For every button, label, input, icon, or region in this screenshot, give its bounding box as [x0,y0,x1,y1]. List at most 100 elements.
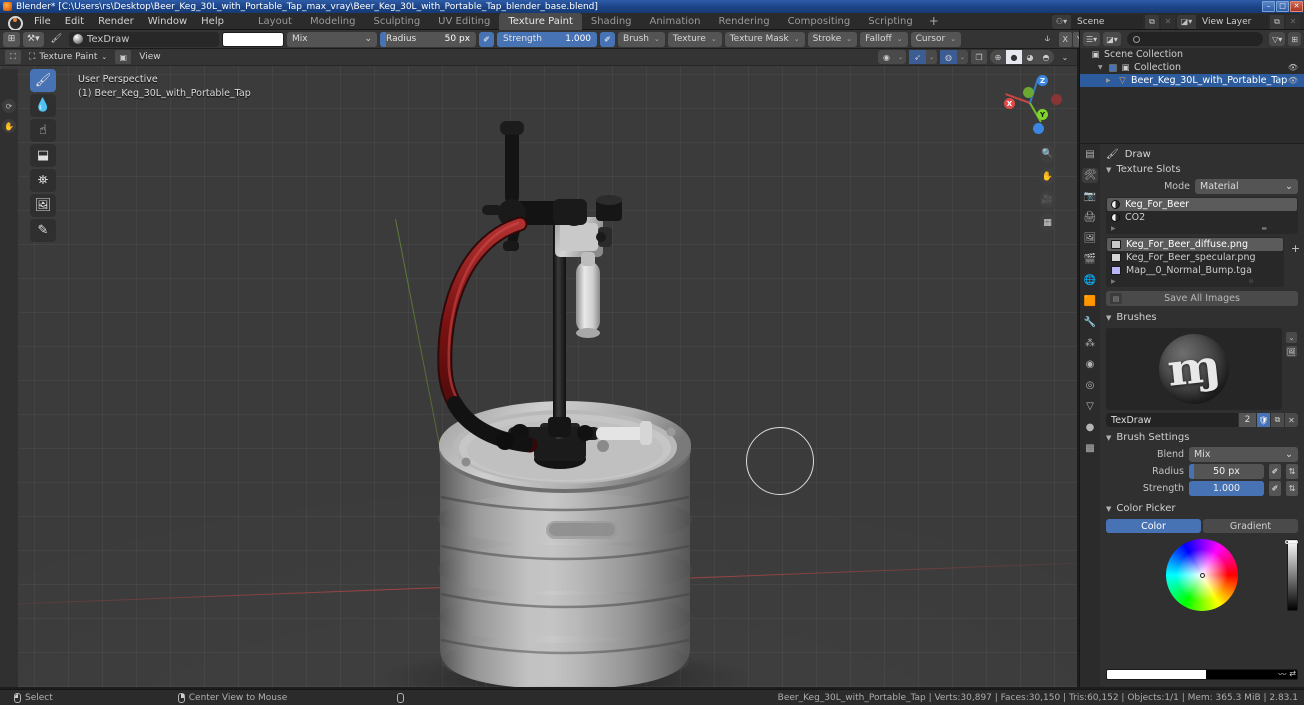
outliner-row-collection[interactable]: ▼ ▣ Collection 👁 [1080,61,1304,74]
viewport-view-menu[interactable]: View [135,50,164,64]
new-view-layer-button[interactable]: ⧉ [1270,14,1284,29]
outliner-row-object[interactable]: ▶ ▽ Beer_Keg_30L_with_Portable_Tap ▽ 👁 [1080,74,1304,87]
tab-material-properties[interactable]: ● [1082,420,1098,435]
tab-animation[interactable]: Animation [641,13,710,30]
tab-compositing[interactable]: Compositing [779,13,860,30]
texture-menu[interactable]: Texture ⌄ [667,31,722,47]
tab-constraint-properties[interactable]: ◎ [1082,378,1098,393]
radius-slider[interactable]: Radius 50 px [380,31,477,47]
panel-header-texture-slots[interactable]: ▼ Texture Slots [1100,162,1304,177]
new-scene-button[interactable]: ⧉ [1145,14,1159,29]
tab-view-layer-properties[interactable]: 🖼 [1082,231,1098,246]
gizmo-axis-y[interactable]: Y [1037,109,1048,120]
tool-smear[interactable]: ☝ [30,119,56,142]
tab-sculpting[interactable]: Sculpting [364,13,429,30]
color-value-slider[interactable] [1285,539,1298,611]
gizmo-axis-x[interactable]: X [1004,98,1015,109]
list-item-material-1[interactable]: CO2 [1107,211,1297,224]
disclosure-triangle-icon[interactable]: ▶ [1106,77,1114,84]
strength-pressure-toggle[interactable]: ✐ [600,31,616,47]
tab-object-properties[interactable]: 🟧 [1082,294,1098,309]
blend-mode-select[interactable]: Mix ⌄ [287,31,378,47]
menu-file[interactable]: File [27,14,58,29]
tool-soften[interactable]: 💧 [30,94,56,117]
tab-layout[interactable]: Layout [249,13,301,30]
gizmo-toggle[interactable]: ➶ ⌄ [909,50,937,64]
menu-edit[interactable]: Edit [58,14,91,29]
scene-selector[interactable]: ⚇▾ Scene [1052,14,1143,29]
brush-users-count[interactable]: 2 [1239,413,1256,427]
collection-checkbox[interactable] [1109,63,1117,72]
tab-color[interactable]: Color [1106,519,1201,533]
material-list-footer[interactable]: ▶ ▬ [1107,224,1297,233]
tab-render-properties[interactable]: 📷 [1082,189,1098,204]
tool-clone[interactable]: ⬓ [30,144,56,167]
viewport-mode-selector[interactable]: ⛶ Texture Paint ⌄ [25,50,111,64]
outliner-new-collection-icon[interactable]: ⊞ [1288,32,1301,46]
blender-logo-icon[interactable] [6,14,23,31]
list-item-image-0[interactable]: Keg_For_Beer_diffuse.png [1107,238,1283,251]
brush-data-field[interactable]: TexDraw [69,31,220,47]
radius-pressure-toggle[interactable]: ✐ [479,31,495,47]
editor-type-3dview-icon[interactable]: ⛶ [5,50,21,64]
tab-modeling[interactable]: Modeling [301,13,365,30]
symmetry-x-button[interactable]: X [1058,31,1072,47]
radius-value-slider[interactable]: 50 px [1189,464,1264,479]
tab-texture-properties[interactable]: ▩ [1082,441,1098,456]
overlays-toggle[interactable]: ◍ ⌄ [940,50,968,64]
gizmo-pan-icon[interactable]: ✋ [2,119,16,133]
brush-preview-thumbnail[interactable]: ɱ ⌄ 🖼 [1106,328,1297,410]
strength-unified-icon[interactable]: ⇅ [1286,481,1298,496]
navigation-gizmo[interactable]: Z X Y [999,71,1062,134]
falloff-menu[interactable]: Falloff ⌄ [860,31,908,47]
outliner-filter-icon[interactable]: ▽▾ [1269,32,1286,46]
tool-annotate[interactable]: ✎ [30,219,56,242]
menu-help[interactable]: Help [194,14,231,29]
eye-icon[interactable]: 👁 [1288,63,1298,72]
tab-particle-properties[interactable]: ⁂ [1082,336,1098,351]
tab-scene-properties[interactable]: 🎬 [1082,252,1098,267]
add-texture-slot-button[interactable]: + [1290,242,1301,255]
shading-solid-button[interactable]: ● [1006,50,1022,64]
tab-rendering[interactable]: Rendering [709,13,778,30]
brush-color-swatch[interactable] [222,31,285,47]
radius-unified-icon[interactable]: ⇅ [1286,464,1298,479]
pan-hand-icon[interactable]: ✋ [1039,168,1056,185]
gizmo-axis-z[interactable]: Z [1037,75,1048,86]
menu-render[interactable]: Render [91,14,141,29]
color-wheel[interactable] [1166,539,1238,611]
texture-mask-menu[interactable]: Texture Mask ⌄ [724,31,805,47]
texture-slot-mode-select[interactable]: Material ⌄ [1195,179,1298,194]
texture-image-list[interactable]: Keg_For_Beer_diffuse.png Keg_For_Beer_sp… [1106,237,1284,287]
shading-wireframe-button[interactable]: ⊕ [990,50,1006,64]
menu-window[interactable]: Window [141,14,194,29]
disclosure-triangle-icon[interactable]: ▼ [1098,64,1106,71]
strength-value-slider[interactable]: 1.000 [1189,481,1264,496]
brush-list-dropdown-icon[interactable]: ⌄ [1286,332,1297,343]
brush-menu[interactable]: Brush ⌄ [618,31,665,47]
expand-arrow-icon[interactable]: ▶ [1111,225,1116,232]
gizmo-axis-z-neg[interactable] [1033,123,1044,134]
gizmo-rotate-icon[interactable]: ⟳ [2,99,16,113]
gizmo-axis-x-neg[interactable] [1051,94,1062,105]
tab-shading[interactable]: Shading [582,13,641,30]
color-value-knob[interactable] [1285,540,1298,544]
outliner-row-scene-collection[interactable]: ▣ Scene Collection [1080,48,1304,61]
tool-preset-icon[interactable]: ⚒▾ [23,31,44,47]
viewport-overlay-toggle[interactable]: ▣ [115,50,132,64]
properties-editor[interactable]: ▤ 🛠 📷 🖨 🖼 🎬 🌐 🟧 🔧 ⁂ ◉ ◎ ▽ ● ▩ 🖌 Draw ▼ T… [1079,144,1304,687]
list-item-material-0[interactable]: Keg_For_Beer [1107,198,1297,211]
brush-preview-image-icon[interactable]: 🖼 [1286,346,1297,357]
tab-texture-paint[interactable]: Texture Paint [499,12,582,30]
xray-toggle[interactable]: ❐ [971,50,987,64]
view-layer-selector[interactable]: ◪▾ View Layer [1177,14,1268,29]
strength-slider[interactable]: Strength 1.000 [497,31,598,47]
minimize-button[interactable]: – [1262,1,1275,12]
shading-mode-group[interactable]: ⊕ ● ◕ ◓ [990,50,1054,64]
curve-icon[interactable]: 〰 [1278,669,1286,680]
outliner-search-input[interactable] [1126,32,1264,46]
add-workspace-button[interactable]: + [922,12,946,30]
grid-perspective-icon[interactable]: ▦ [1039,214,1056,231]
brush-name-input[interactable]: TexDraw [1106,413,1238,427]
list-item-image-1[interactable]: Keg_For_Beer_specular.png [1107,251,1283,264]
